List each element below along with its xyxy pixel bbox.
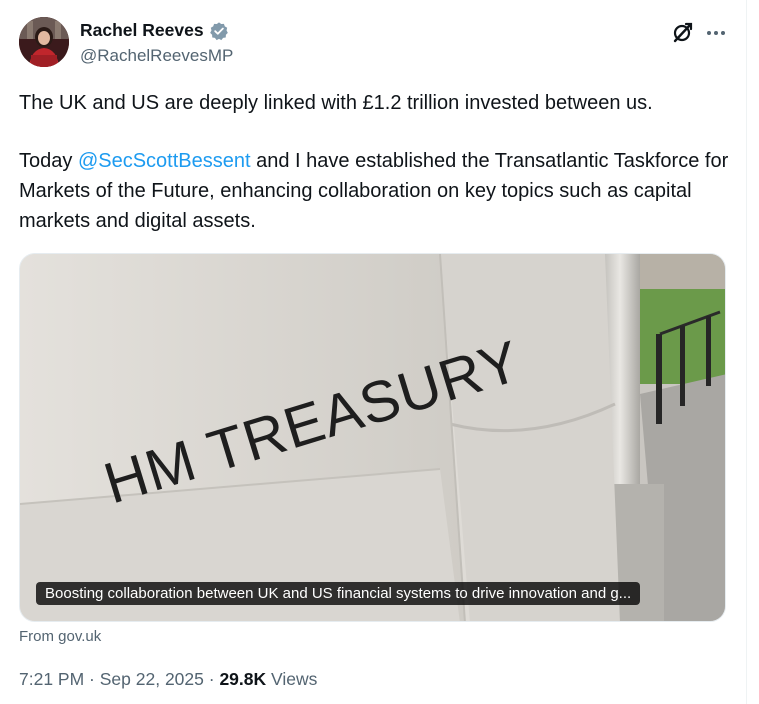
grok-icon[interactable] <box>669 20 695 46</box>
verified-badge-icon <box>209 21 229 41</box>
card-caption: Boosting collaboration between UK and US… <box>36 582 641 605</box>
tweet-paragraph-1: The UK and US are deeply linked with £1.… <box>19 92 653 114</box>
tweet-paragraph-2: Today @SecScottBessent and I have establ… <box>19 146 729 236</box>
tweet-text: The UK and US are deeply linked with £1.… <box>19 88 729 236</box>
link-card[interactable]: HM TREASURY Boosting collaboration betwe… <box>19 253 726 622</box>
tweet-meta: 7:21 PM · Sep 22, 2025 · 29.8K Views <box>19 669 317 690</box>
avatar[interactable] <box>19 17 69 67</box>
views-label: Views <box>271 669 318 689</box>
views-count: 29.8K <box>219 669 267 689</box>
column-divider <box>746 0 747 704</box>
tweet-time[interactable]: 7:21 PM <box>19 669 84 689</box>
card-image: HM TREASURY <box>20 254 725 621</box>
author-handle[interactable]: @RachelReevesMP <box>80 46 233 66</box>
card-source-link[interactable]: From gov.uk <box>19 628 101 645</box>
author-display-name[interactable]: Rachel Reeves <box>80 20 204 41</box>
tweet-date[interactable]: Sep 22, 2025 <box>100 669 204 689</box>
meta-separator: · <box>84 669 100 689</box>
meta-separator: · <box>203 669 220 689</box>
tweet-text-segment: Today <box>19 150 78 172</box>
more-horizontal-icon[interactable] <box>703 20 729 46</box>
mention-link[interactable]: @SecScottBessent <box>78 150 251 172</box>
author-name-row: Rachel Reeves <box>80 20 229 41</box>
